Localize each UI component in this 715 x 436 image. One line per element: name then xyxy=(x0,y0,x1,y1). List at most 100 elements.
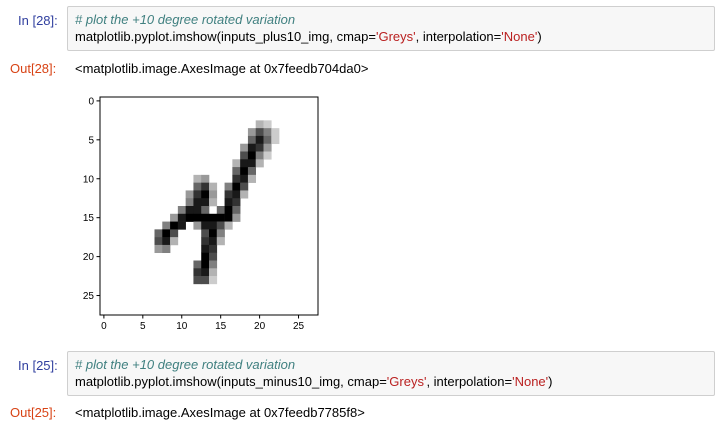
y-tick-label: 15 xyxy=(83,213,95,224)
image-pixel xyxy=(201,221,210,230)
code-text: , interpolation= xyxy=(426,374,513,389)
code-input-area[interactable]: # plot the +10 degree rotated variation … xyxy=(67,6,715,51)
image-pixel xyxy=(232,167,241,176)
image-pixel xyxy=(240,159,249,168)
image-pixel xyxy=(193,190,202,199)
image-pixel xyxy=(209,276,218,285)
image-pixel xyxy=(201,190,210,199)
image-pixel xyxy=(170,213,179,222)
image-pixel xyxy=(224,198,233,207)
image-pixel xyxy=(209,213,218,222)
y-tick-label: 10 xyxy=(83,174,95,185)
image-pixel xyxy=(185,206,194,215)
image-pixel xyxy=(247,135,257,145)
image-pixel xyxy=(247,167,257,176)
image-pixel xyxy=(209,229,218,238)
x-axis-ticks: 0 5 10 15 20 25 xyxy=(101,315,305,332)
y-tick-label: 20 xyxy=(83,252,95,263)
image-pixel xyxy=(193,213,202,222)
imshow-plot: 0 5 10 15 20 25 0 5 10 15 20 25 xyxy=(83,96,319,332)
cell-in-prompt: In [28]: xyxy=(18,13,58,28)
cell-out-prompt: Out[25]: xyxy=(10,405,57,420)
image-pixel xyxy=(209,190,218,199)
image-pixel xyxy=(247,159,257,168)
image-pixel xyxy=(162,221,171,230)
image-pixel xyxy=(224,206,233,215)
cell-in-prompt: In [25]: xyxy=(18,358,58,373)
image-pixel xyxy=(240,143,249,152)
code-string: 'None' xyxy=(501,29,538,44)
image-pixel xyxy=(224,221,233,230)
cell-output-text: <matplotlib.image.AxesImage at 0x7feedb7… xyxy=(75,61,369,76)
cell-output-text: <matplotlib.image.AxesImage at 0x7feedb7… xyxy=(75,405,365,420)
x-tick-label: 15 xyxy=(215,321,227,332)
image-pixel xyxy=(209,252,218,261)
x-tick-label: 25 xyxy=(293,321,305,332)
image-pixel xyxy=(177,221,186,230)
image-pixel xyxy=(193,268,202,277)
image-pixel xyxy=(193,206,202,215)
image-pixel xyxy=(170,229,179,238)
image-pixel xyxy=(154,237,163,246)
image-pixel xyxy=(209,237,218,246)
image-pixel xyxy=(201,276,210,285)
image-pixel xyxy=(209,268,218,277)
code-comment: # plot the +10 degree rotated variation xyxy=(75,12,296,27)
code-string: 'Greys' xyxy=(386,374,427,389)
image-pixel xyxy=(247,151,257,160)
code-text: , interpolation= xyxy=(415,29,502,44)
image-pixel xyxy=(240,167,249,176)
image-pixel xyxy=(193,276,202,285)
image-pixel xyxy=(201,268,210,277)
image-pixel xyxy=(240,182,249,191)
image-pixel xyxy=(209,182,218,191)
image-pixel xyxy=(185,213,194,222)
image-pixel xyxy=(224,213,233,222)
image-pixel xyxy=(232,213,241,222)
x-tick-label: 20 xyxy=(254,321,266,332)
image-pixel xyxy=(240,151,249,160)
image-pixel xyxy=(170,221,179,230)
image-pixel xyxy=(162,229,171,238)
code-line: matplotlib.pyplot.imshow(inputs_minus10_… xyxy=(75,373,714,390)
image-pixel xyxy=(201,213,210,222)
y-axis-ticks: 0 5 10 15 20 25 xyxy=(83,96,100,302)
image-pixel xyxy=(232,198,241,207)
image-pixel xyxy=(263,120,272,129)
image-pixel xyxy=(193,174,202,183)
image-pixel xyxy=(201,206,210,215)
image-pixel xyxy=(263,135,272,145)
code-text: ) xyxy=(537,29,542,44)
y-tick-label: 0 xyxy=(88,96,94,107)
image-pixel xyxy=(185,190,194,199)
image-pixel xyxy=(240,174,249,183)
image-pixel xyxy=(170,237,179,246)
image-pixel xyxy=(263,151,272,160)
y-tick-label: 5 xyxy=(88,135,94,146)
code-text: matplotlib.pyplot.imshow(inputs_plus10_i… xyxy=(75,29,376,44)
image-pixel xyxy=(232,159,241,168)
image-pixel xyxy=(255,151,264,160)
image-pixel xyxy=(255,143,264,152)
image-pixel xyxy=(209,198,218,207)
image-pixel xyxy=(193,182,202,191)
code-comment: # plot the +10 degree rotated variation xyxy=(75,357,296,372)
image-pixel xyxy=(154,244,163,254)
image-pixel xyxy=(209,260,218,269)
image-pixel xyxy=(193,260,202,269)
image-pixel xyxy=(201,198,210,207)
image-pixel xyxy=(201,182,210,191)
image-pixel xyxy=(154,229,163,238)
code-line: matplotlib.pyplot.imshow(inputs_plus10_i… xyxy=(75,28,714,45)
image-pixel xyxy=(247,143,257,152)
image-pixel xyxy=(271,128,280,137)
image-pixel xyxy=(232,174,241,183)
image-pixel xyxy=(216,237,225,246)
cell-out-prompt: Out[28]: xyxy=(10,61,57,76)
image-pixel xyxy=(162,244,171,254)
y-tick-label: 25 xyxy=(83,291,95,302)
code-input-area[interactable]: # plot the +10 degree rotated variation … xyxy=(67,351,715,396)
image-pixel xyxy=(224,182,233,191)
image-pixel xyxy=(216,221,225,230)
x-tick-label: 0 xyxy=(101,321,107,332)
